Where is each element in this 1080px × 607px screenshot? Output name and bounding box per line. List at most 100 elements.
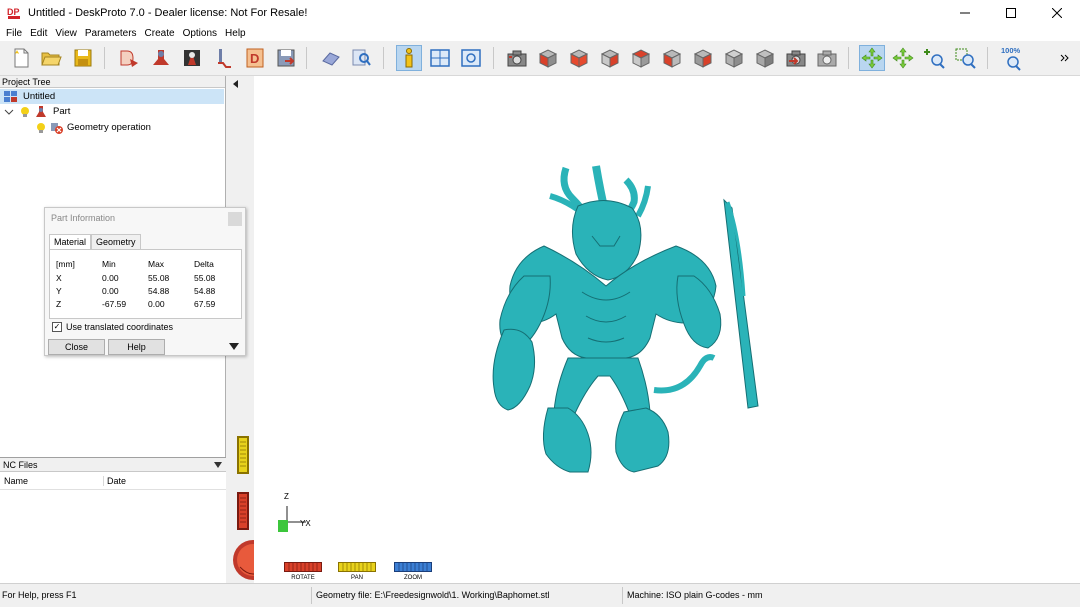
view-grey-button[interactable] [752, 45, 778, 71]
menu-edit[interactable]: Edit [30, 28, 47, 39]
dialog-close-box[interactable] [228, 212, 242, 226]
new-button[interactable] [8, 45, 34, 71]
rotate-arrows-icon [861, 47, 883, 69]
viewports-button[interactable] [427, 45, 453, 71]
geometry-icon [120, 50, 138, 67]
pan-bar-icon [338, 562, 376, 572]
pan-mode-button[interactable] [890, 45, 916, 71]
maximize-icon [1006, 7, 1016, 18]
toolbar-overflow-button[interactable] [1056, 45, 1074, 71]
minimize-icon [960, 12, 970, 13]
tree-label-part: Part [53, 106, 71, 117]
geometry-button[interactable] [116, 45, 142, 71]
tree-item-part[interactable]: Part [0, 104, 70, 119]
help-button[interactable]: Help [108, 339, 165, 355]
minimize-button[interactable] [942, 0, 988, 25]
zoom-100-button[interactable]: 100% [998, 45, 1028, 71]
pan-control[interactable]: PAN [338, 562, 376, 581]
rotate-control[interactable]: ROTATE [284, 562, 322, 581]
zoom-in-button[interactable] [921, 45, 947, 71]
column-name[interactable]: Name [0, 475, 104, 486]
menu-options[interactable]: Options [183, 28, 217, 39]
window-title: Untitled - DeskProto 7.0 - Dealer licens… [28, 6, 308, 19]
right-cube-icon [724, 49, 744, 68]
close-icon [1052, 7, 1062, 18]
zoom-bar-icon [394, 562, 432, 572]
tree-item-geometry-operation[interactable]: Geometry operation [0, 120, 151, 135]
close-window-button[interactable] [1034, 0, 1080, 25]
nc-files-columns: Name Date [0, 472, 226, 490]
nc-files-header[interactable]: NC Files [0, 458, 226, 472]
front-cube-icon [569, 49, 589, 68]
zoom-100-icon: 100% [1001, 46, 1021, 71]
render-button[interactable] [783, 45, 809, 71]
collapse-arrow-icon[interactable] [233, 80, 239, 88]
view-controls-bar: ROTATE PAN ZOOM [254, 560, 1080, 583]
top-cube-icon [631, 49, 651, 68]
row-y-axis: Y [56, 286, 62, 296]
project-icon [4, 91, 17, 102]
bottom-cube-icon [662, 49, 682, 68]
zoom-window-icon [955, 48, 976, 69]
menu-file[interactable]: File [6, 28, 22, 39]
translated-coordinates-option[interactable]: ✓ Use translated coordinates [52, 322, 173, 332]
iso-cube-icon [538, 49, 558, 68]
info-icon [405, 48, 413, 68]
maximize-button[interactable] [988, 0, 1034, 25]
table-header-unit: [mm] [56, 259, 75, 269]
row-z-axis: Z [56, 299, 62, 309]
zoom-control[interactable]: ZOOM [394, 562, 432, 581]
view-top-button[interactable] [628, 45, 654, 71]
tree-item-untitled[interactable]: Untitled [0, 89, 224, 104]
expand-arrow-icon[interactable] [229, 343, 239, 350]
mill-button[interactable] [179, 45, 205, 71]
view-right-button[interactable] [721, 45, 747, 71]
camera-button[interactable] [504, 45, 530, 71]
pan-label: PAN [351, 575, 363, 581]
inspect-button[interactable] [348, 45, 374, 71]
column-date[interactable]: Date [104, 476, 126, 486]
rotate-slider-icon[interactable] [237, 492, 249, 530]
part-button[interactable] [148, 45, 174, 71]
part-info-button[interactable] [396, 45, 422, 71]
open-folder-icon [41, 52, 62, 66]
bulb-icon [37, 122, 45, 133]
view-zoom-button[interactable] [458, 45, 484, 71]
view-iso-button[interactable] [535, 45, 561, 71]
open-button[interactable] [38, 45, 64, 71]
pan-slider-icon[interactable] [237, 436, 249, 474]
translated-coordinates-checkbox[interactable]: ✓ [52, 322, 62, 332]
dimensions-table: [mm] Min Max Delta X 0.00 55.08 55.08 Y … [49, 249, 242, 319]
svg-text:D: D [250, 51, 259, 66]
toolpath-button[interactable] [210, 45, 236, 71]
dialog-title: Part Information [51, 213, 116, 223]
close-button[interactable]: Close [48, 339, 105, 355]
export-button[interactable] [273, 45, 299, 71]
tab-material[interactable]: Material [49, 234, 92, 249]
tab-geometry[interactable]: Geometry [91, 234, 141, 249]
3d-viewport[interactable]: Z YX [254, 76, 1080, 560]
row-x-min: 0.00 [102, 273, 119, 283]
status-machine: Machine: ISO plain G-codes - mm [627, 590, 763, 600]
save-button[interactable] [70, 45, 96, 71]
view-front-button[interactable] [566, 45, 592, 71]
view-back-button[interactable] [597, 45, 623, 71]
view-left-button[interactable] [690, 45, 716, 71]
status-help-text: For Help, press F1 [2, 590, 77, 600]
view-bottom-button[interactable] [659, 45, 685, 71]
menu-parameters[interactable]: Parameters [85, 28, 137, 39]
nc-files-title: NC Files [3, 459, 38, 470]
model-render [492, 165, 759, 473]
menu-create[interactable]: Create [145, 28, 175, 39]
rotate-mode-button[interactable] [859, 45, 885, 71]
axis-yx-label: YX [300, 519, 311, 528]
erase-button[interactable] [318, 45, 344, 71]
row-y-max: 54.88 [148, 286, 170, 296]
zoom-window-button[interactable] [952, 45, 978, 71]
snapshot-button[interactable] [814, 45, 840, 71]
chevron-down-icon [4, 109, 14, 115]
menu-help[interactable]: Help [225, 28, 246, 39]
d-button[interactable]: D [242, 45, 268, 71]
row-x-max: 55.08 [148, 273, 170, 283]
menu-view[interactable]: View [55, 28, 77, 39]
